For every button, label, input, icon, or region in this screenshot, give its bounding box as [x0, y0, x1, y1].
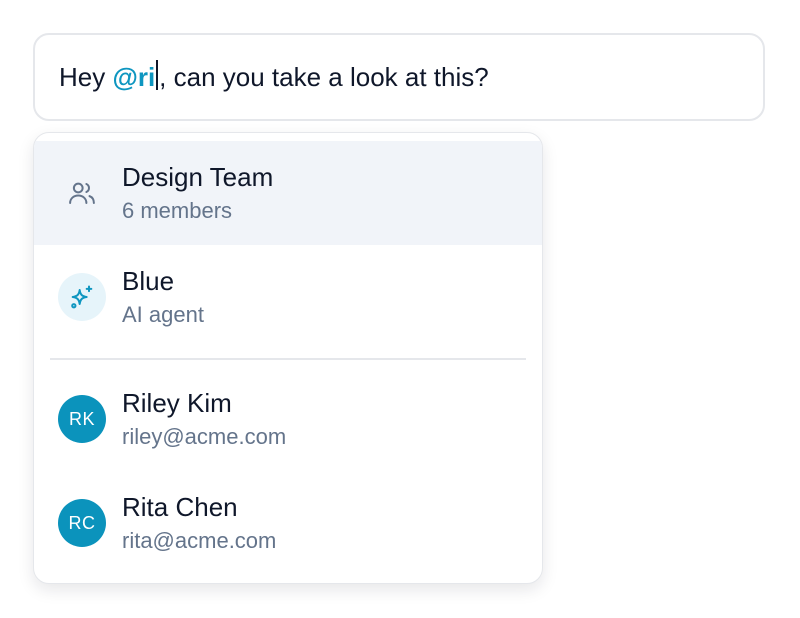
message-text-after: , can you take a look at this? — [159, 61, 489, 92]
suggestions-divider — [50, 358, 526, 360]
users-icon — [58, 169, 106, 217]
avatar: RK — [58, 395, 106, 443]
suggestion-subtitle: 6 members — [122, 198, 233, 223]
suggestion-name: Riley Kim — [122, 388, 232, 418]
avatar: RC — [58, 499, 106, 547]
text-caret — [156, 60, 159, 90]
mention-suggestions-dropdown: Design Team 6 members Blue AI agent RK R… — [33, 132, 543, 584]
suggestion-item-blue[interactable]: Blue AI agent — [34, 245, 542, 349]
suggestion-item-riley-kim[interactable]: RK Riley Kim riley@acme.com — [34, 367, 542, 471]
suggestion-name: Blue — [122, 266, 175, 296]
suggestion-name: Rita Chen — [122, 492, 238, 522]
suggestion-item-design-team[interactable]: Design Team 6 members — [34, 141, 542, 245]
sparkles-icon — [58, 273, 106, 321]
suggestion-subtitle: rita@acme.com — [122, 528, 277, 553]
suggestion-subtitle: AI agent — [122, 302, 204, 327]
mention-token: @ri — [112, 61, 156, 92]
message-input[interactable]: Hey @ri , can you take a look at this? — [33, 33, 765, 121]
suggestion-name: Design Team — [122, 162, 274, 192]
suggestion-subtitle: riley@acme.com — [122, 424, 287, 449]
suggestion-item-rita-chen[interactable]: RC Rita Chen rita@acme.com — [34, 471, 542, 575]
message-text-before: Hey — [59, 61, 113, 92]
